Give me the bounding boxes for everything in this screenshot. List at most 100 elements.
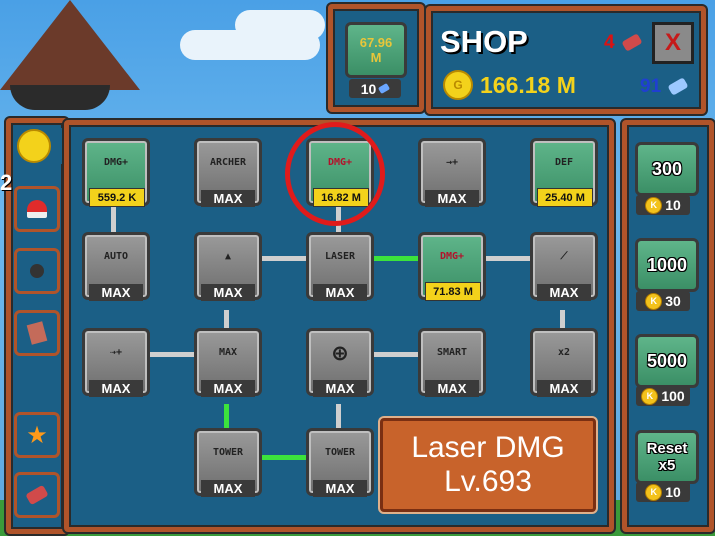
- upgrade-max: MAX: [89, 380, 143, 397]
- upgrade-max: MAX: [313, 380, 367, 397]
- tab-gold[interactable]: [14, 126, 54, 166]
- upgrade-max: MAX: [201, 380, 255, 397]
- connector: [336, 404, 341, 430]
- dmg-plus-icon: DMG+: [103, 157, 129, 168]
- cloud: [235, 10, 325, 40]
- upgrade-crosshair-tile[interactable]: ⊕ MAX: [306, 328, 374, 397]
- pack-price: K 10: [636, 195, 690, 215]
- upgrade-laser-tile[interactable]: LASER MAX: [306, 232, 374, 301]
- upgrade-cost: 25.40 M: [537, 188, 593, 207]
- tower-icon: TOWER: [324, 447, 356, 458]
- upgrade-smart-tile[interactable]: SMART MAX: [418, 328, 486, 397]
- tab-gem[interactable]: [14, 472, 60, 518]
- gem-pack-amount: 67.96: [359, 35, 393, 50]
- pack-price: K 30: [636, 291, 690, 311]
- gem-pack-5000[interactable]: 5000: [635, 334, 699, 388]
- skill-name: Laser DMG: [411, 431, 565, 464]
- k-coin-icon: K: [645, 196, 663, 214]
- upgrade-max: MAX: [425, 190, 479, 207]
- pack-amount: 300: [651, 158, 683, 179]
- skill-info-box: Laser DMG Lv.693: [380, 418, 596, 512]
- k-coin-icon: K: [641, 387, 659, 405]
- upgrade-arrow-tile[interactable]: →+ MAX: [418, 138, 486, 207]
- mountain-base: [10, 85, 110, 110]
- multishot-icon: ⇢+: [109, 347, 123, 358]
- upgrade-laser-dmg2-tile[interactable]: DMG+ 71.83 M: [418, 232, 486, 301]
- upgrade-def-tile[interactable]: DEF 25.40 M: [530, 138, 598, 207]
- laser-icon: LASER: [324, 251, 356, 262]
- reset-x5-button[interactable]: Reset x5: [635, 430, 699, 484]
- tower-up-icon: ▲: [224, 251, 232, 262]
- tab-bomb[interactable]: [14, 248, 60, 294]
- gem-pack-1000[interactable]: 1000: [635, 238, 699, 292]
- star-icon: ★: [26, 421, 48, 449]
- tab-mushroom[interactable]: [14, 186, 60, 232]
- connector: [560, 310, 565, 330]
- pack-amount: Reset x5: [646, 440, 688, 474]
- tab-star[interactable]: ★: [14, 412, 60, 458]
- dmg-plus-icon: DMG+: [439, 251, 465, 262]
- pack-price: K 10: [636, 482, 690, 502]
- close-icon: X: [664, 29, 681, 56]
- upgrade-archer-tile[interactable]: ARCHER MAX: [194, 138, 262, 207]
- connector-active: [258, 455, 308, 460]
- crosshair-icon: ⊕: [332, 339, 348, 367]
- gem-pack-button[interactable]: 67.96 M: [345, 22, 407, 78]
- upgrade-dmg-tile[interactable]: DMG+ 559.2 K: [82, 138, 150, 207]
- connector: [258, 256, 308, 261]
- bomb-icon: [30, 264, 44, 278]
- upgrade-max: MAX: [313, 284, 367, 301]
- upgrade-max: MAX: [313, 480, 367, 497]
- close-button[interactable]: X: [652, 22, 694, 64]
- upgrade-tower-up-tile[interactable]: ▲ MAX: [194, 232, 262, 301]
- upgrade-max: MAX: [201, 284, 255, 301]
- connector-active: [368, 256, 420, 261]
- smart-icon: SMART: [436, 347, 468, 358]
- skill-level: Lv.693: [444, 465, 532, 498]
- connector: [370, 352, 420, 357]
- max-archer-icon: MAX: [218, 347, 238, 358]
- pack-amount: 5000: [646, 350, 688, 371]
- tab-scroll[interactable]: [14, 310, 60, 356]
- gem-pack-300[interactable]: 300: [635, 142, 699, 196]
- upgrade-max: MAX: [89, 284, 143, 301]
- upgrade-tower2-tile[interactable]: TOWER MAX: [306, 428, 374, 497]
- upgrade-laser-beam-tile[interactable]: ⟋ MAX: [530, 232, 598, 301]
- connector: [480, 256, 532, 261]
- left-count: 2: [0, 170, 13, 195]
- upgrade-auto-tile[interactable]: AUTO MAX: [82, 232, 150, 301]
- k-coin-icon: K: [645, 483, 663, 501]
- auto-icon: AUTO: [103, 251, 129, 262]
- shop-title: SHOP: [440, 24, 528, 59]
- upgrade-tower-tile[interactable]: TOWER MAX: [194, 428, 262, 497]
- gem-pack-price: 10: [349, 79, 401, 98]
- red-gem-icon: [25, 484, 49, 506]
- pack-price: K 100: [636, 386, 690, 406]
- gold-amount: 166.18 M: [480, 72, 576, 98]
- upgrade-max: MAX: [537, 380, 591, 397]
- laser-beam-icon: ⟋: [560, 251, 568, 262]
- upgrade-cost: 559.2 K: [89, 188, 145, 207]
- gem-pack-unit: M: [370, 50, 382, 65]
- highlight-circle: [285, 122, 385, 226]
- archer-icon: ARCHER: [209, 157, 247, 168]
- coin-icon: [17, 129, 51, 163]
- upgrade-double-laser-tile[interactable]: x2 MAX: [530, 328, 598, 397]
- def-shield-icon: DEF: [554, 157, 574, 168]
- connector: [146, 352, 196, 357]
- upgrade-max: MAX: [201, 190, 255, 207]
- upgrade-multishot-tile[interactable]: ⇢+ MAX: [82, 328, 150, 397]
- mountain: [0, 0, 140, 90]
- blue-gem-count: 91: [640, 76, 662, 97]
- upgrade-max: MAX: [537, 284, 591, 301]
- pack-amount: 1000: [646, 254, 688, 275]
- gold-coin-icon: G: [443, 70, 473, 100]
- connector: [224, 310, 229, 330]
- upgrade-max-archer-tile[interactable]: MAX MAX: [194, 328, 262, 397]
- tower-icon: TOWER: [212, 447, 244, 458]
- scroll-icon: [26, 321, 48, 345]
- mushroom-icon: [27, 200, 47, 218]
- red-gem-count: 4: [604, 32, 615, 53]
- upgrade-cost: 71.83 M: [425, 282, 481, 301]
- upgrade-max: MAX: [425, 380, 479, 397]
